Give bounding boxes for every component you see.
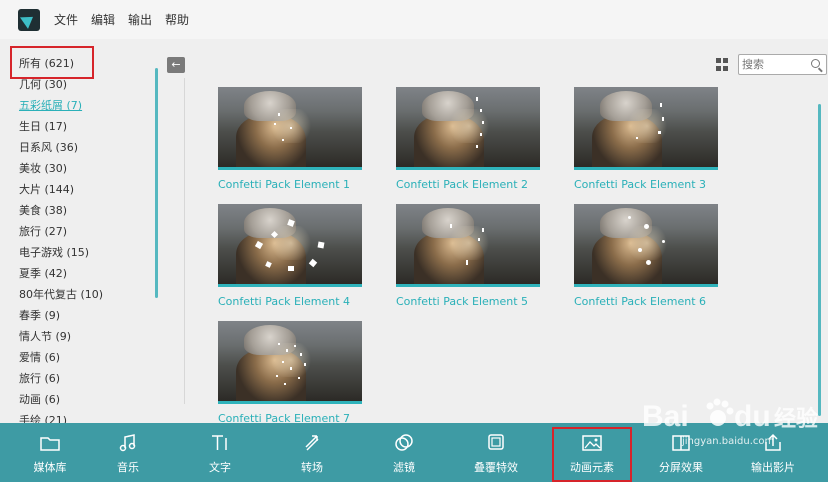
thumbnail-progress-bar [574,167,718,170]
category-item[interactable]: 80年代复古 (10) [0,284,164,305]
element-card[interactable]: Confetti Pack Element 5 [396,204,540,308]
tool-label: 音乐 [117,461,139,474]
element-thumbnail[interactable] [218,87,362,167]
search-icon[interactable] [811,59,820,68]
element-card[interactable]: Confetti Pack Element 1 [218,87,362,191]
tool-overlay[interactable]: 叠覆特效 [460,423,532,482]
app-logo-icon [18,8,40,31]
category-item[interactable]: 美妆 (30) [0,158,164,179]
element-thumbnail[interactable] [218,204,362,284]
element-label: Confetti Pack Element 3 [574,178,707,191]
category-list: 所有 (621) 几何 (30) 五彩纸屑 (7) 生日 (17) 日系风 (3… [0,39,164,423]
thumbnail-progress-bar [396,167,540,170]
element-label: Confetti Pack Element 6 [574,295,707,308]
category-sidebar: 所有 (621) 几何 (30) 五彩纸屑 (7) 生日 (17) 日系风 (3… [0,39,164,423]
element-thumbnail[interactable] [396,204,540,284]
element-thumbnail[interactable] [574,87,718,167]
title-bar: 文件 编辑 输出 帮助 [0,0,828,39]
category-item[interactable]: 旅行 (6) [0,368,164,389]
grid-view-icon[interactable] [716,58,729,71]
tool-highlight-annotation [552,427,632,482]
menu-edit[interactable]: 编辑 [91,11,115,28]
category-item[interactable]: 日系风 (36) [0,137,164,158]
split-screen-icon [672,435,690,451]
collapse-sidebar-button[interactable]: ← [167,57,185,73]
search-box[interactable] [738,54,827,75]
element-label: Confetti Pack Element 4 [218,295,351,308]
filter-icon [395,434,413,451]
tool-label: 叠覆特效 [474,461,518,474]
tool-filter[interactable]: 滤镜 [370,423,438,482]
category-item[interactable]: 电子游戏 (15) [0,242,164,263]
tool-label: 媒体库 [33,461,67,474]
menu-bar: 文件 编辑 输出 帮助 [54,11,189,28]
tool-label: 转场 [301,461,323,474]
category-item[interactable]: 春季 (9) [0,305,164,326]
category-item[interactable]: 动画 (6) [0,389,164,410]
element-label: Confetti Pack Element 5 [396,295,529,308]
element-card[interactable]: Confetti Pack Element 7 [218,321,362,425]
element-thumbnail[interactable] [396,87,540,167]
tool-transition[interactable]: 转场 [278,423,346,482]
tool-text[interactable]: 文字 [186,423,254,482]
paw-icon [706,398,734,426]
category-item[interactable]: 手绘 (21) [0,410,164,423]
content-scrollbar[interactable] [818,104,821,416]
menu-export[interactable]: 输出 [128,11,152,28]
thumbnail-progress-bar [574,284,718,287]
text-icon [212,435,227,450]
category-highlight-annotation [10,46,94,79]
element-card[interactable]: Confetti Pack Element 6 [574,204,718,308]
element-card[interactable]: Confetti Pack Element 3 [574,87,718,191]
thumbnail-progress-bar [218,167,362,170]
menu-help[interactable]: 帮助 [165,11,189,28]
category-item[interactable]: 美食 (38) [0,200,164,221]
tool-label: 输出影片 [751,461,795,474]
panel-divider [184,78,185,404]
element-card[interactable]: Confetti Pack Element 2 [396,87,540,191]
sidebar-scrollbar[interactable] [155,68,158,298]
thumbnail-progress-bar [396,284,540,287]
thumbnail-progress-bar [218,401,362,404]
tool-export[interactable]: 输出影片 [738,423,808,482]
tool-label: 文字 [209,461,231,474]
menu-file[interactable]: 文件 [54,11,78,28]
tool-label: 分屏效果 [659,461,703,474]
tool-split-screen[interactable]: 分屏效果 [646,423,716,482]
category-item[interactable]: 情人节 (9) [0,326,164,347]
bottom-toolbar: 媒体库 音乐 文字 转场 滤镜 叠覆特效 动画元素 分屏效果 输出影片 [0,423,828,482]
element-card[interactable]: Confetti Pack Element 4 [218,204,362,308]
tool-music[interactable]: 音乐 [94,423,162,482]
category-item-active[interactable]: 五彩纸屑 (7) [0,95,164,116]
category-item[interactable]: 夏季 (42) [0,263,164,284]
music-note-icon [119,434,136,452]
transition-icon [305,435,319,451]
category-item[interactable]: 爱情 (6) [0,347,164,368]
category-item[interactable]: 大片 (144) [0,179,164,200]
thumbnail-progress-bar [218,284,362,287]
tool-label: 滤镜 [393,461,415,474]
folder-icon [40,437,60,451]
category-item[interactable]: 生日 (17) [0,116,164,137]
element-label: Confetti Pack Element 2 [396,178,529,191]
element-thumbnail[interactable] [218,321,362,401]
category-item[interactable]: 旅行 (27) [0,221,164,242]
search-input[interactable] [739,55,805,74]
element-thumbnail[interactable] [574,204,718,284]
tool-media-library[interactable]: 媒体库 [14,423,86,482]
overlay-icon [488,434,504,450]
export-icon [765,433,781,451]
element-label: Confetti Pack Element 1 [218,178,351,191]
